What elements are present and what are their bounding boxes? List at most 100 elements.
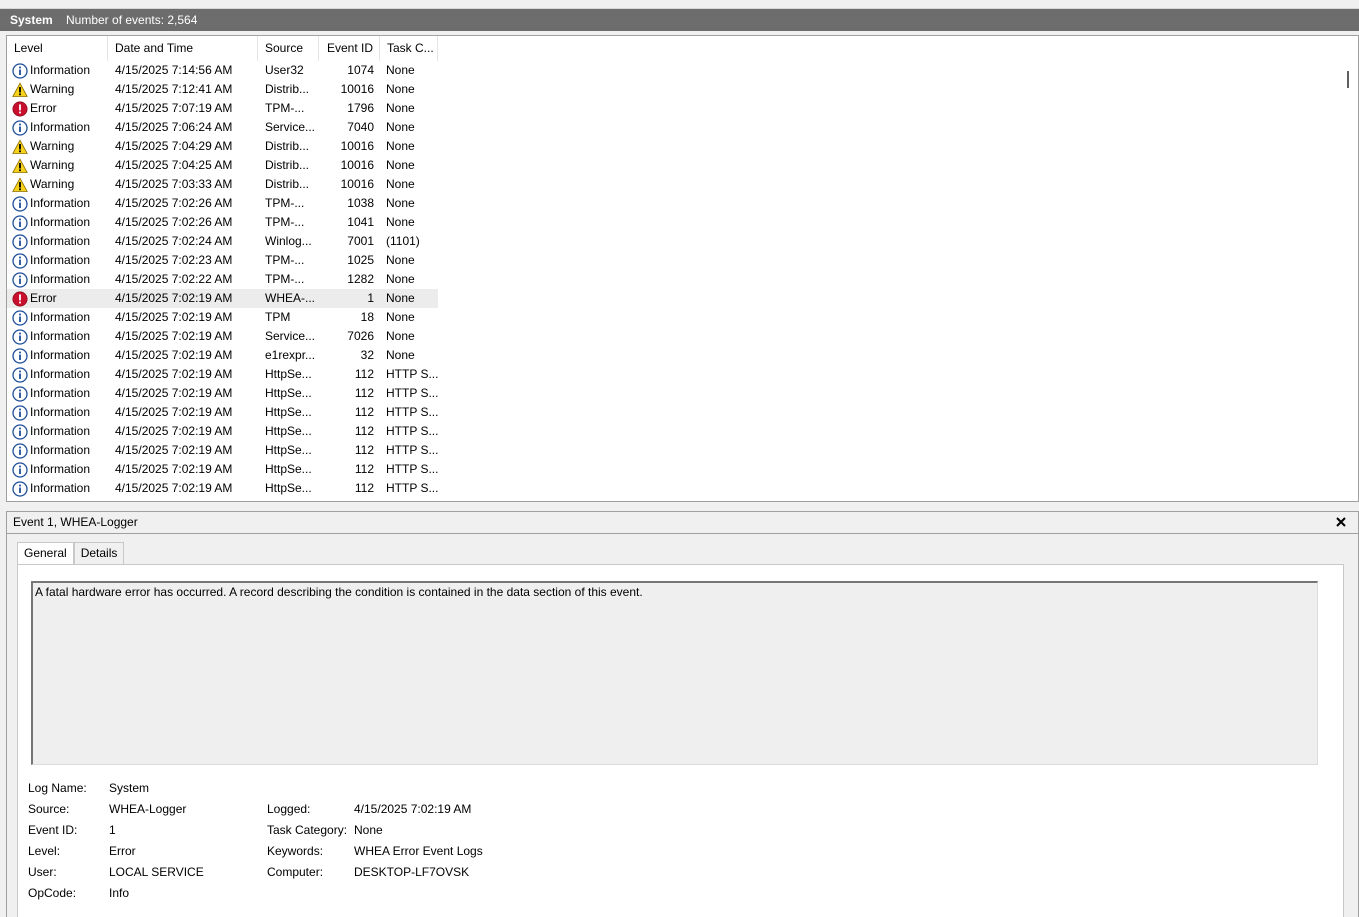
event-id-cell: 112 (354, 386, 374, 400)
level-cell: Information (7, 61, 108, 80)
table-row[interactable]: Information 4/15/2025 7:02:22 AM TPM-... 12… (7, 270, 1343, 289)
event-id-cell: 7001 (347, 234, 374, 248)
table-row[interactable]: Information 4/15/2025 7:02:19 AM HttpSe...… (7, 365, 1343, 384)
level-text: Error (30, 291, 57, 305)
date-cell: 4/15/2025 7:02:19 AM (115, 443, 233, 457)
table-row[interactable]: Error 4/15/2025 7:07:19 AM TPM-... 1796 None (7, 99, 1343, 118)
information-icon (12, 214, 28, 231)
scrollbar-thumb[interactable] (1347, 71, 1349, 88)
level-text: Information (30, 405, 91, 419)
event-id-cell: 1041 (347, 215, 374, 229)
information-icon (12, 119, 28, 136)
table-row[interactable]: Information 4/15/2025 7:02:19 AM HttpSe...… (7, 441, 1343, 460)
logged-label: Logged: (267, 802, 311, 816)
task-category-cell: None (386, 329, 415, 343)
date-cell: 4/15/2025 7:02:26 AM (115, 215, 233, 229)
table-row[interactable]: Warning 4/15/2025 7:03:33 AM Distrib... 100… (7, 175, 1343, 194)
date-cell: 4/15/2025 7:04:29 AM (115, 139, 233, 153)
level-cell: Information (7, 194, 108, 213)
source-cell: HttpSe... (265, 462, 312, 476)
level-cell: Information (7, 251, 108, 270)
table-row[interactable]: Information 4/15/2025 7:14:56 AM User32 107… (7, 61, 1343, 80)
table-row[interactable]: Warning 4/15/2025 7:04:29 AM Distrib... 100… (7, 137, 1343, 156)
warning-icon (12, 176, 28, 193)
date-cell: 4/15/2025 7:02:19 AM (115, 386, 233, 400)
task-category-cell: None (386, 253, 415, 267)
event-id-cell: 1074 (347, 63, 374, 77)
table-row[interactable]: Warning 4/15/2025 7:04:25 AM Distrib... 100… (7, 156, 1343, 175)
column-header-source[interactable]: Source (258, 36, 319, 61)
user-value[interactable]: LOCAL SERVICE (109, 862, 204, 883)
column-header-event-id[interactable]: Event ID (319, 36, 380, 61)
keywords-value[interactable]: WHEA Error Event Logs (354, 841, 483, 862)
table-row[interactable]: Information 4/15/2025 7:02:19 AM Service..… (7, 327, 1343, 346)
tab-details[interactable]: Details (73, 542, 125, 564)
event-id-cell: 7026 (347, 329, 374, 343)
tab-general[interactable]: General (17, 542, 74, 565)
event-message[interactable]: A fatal hardware error has occurred. A r… (31, 581, 1318, 765)
task-category-cell: None (386, 196, 415, 210)
task-category-cell: None (386, 63, 415, 77)
date-cell: 4/15/2025 7:12:41 AM (115, 82, 233, 96)
table-row[interactable]: Information 4/15/2025 7:02:19 AM HttpSe...… (7, 384, 1343, 403)
event-id-cell: 112 (354, 481, 374, 495)
date-cell: 4/15/2025 7:03:33 AM (115, 177, 233, 191)
error-icon (12, 291, 28, 307)
level-label: Level: (28, 844, 61, 858)
logged-value[interactable]: 4/15/2025 7:02:19 AM (354, 799, 471, 820)
level-text: Information (30, 424, 91, 438)
table-row[interactable]: Information 4/15/2025 7:02:19 AM HttpSe...… (7, 460, 1343, 479)
column-header-level[interactable]: Level (7, 36, 108, 61)
task-category-cell: None (386, 272, 415, 286)
events-grid[interactable]: Level Date and Time Source Event ID Task… (6, 35, 1359, 502)
level-cell: Warning (7, 175, 108, 194)
task-category-cell: None (386, 101, 415, 115)
column-header-date[interactable]: Date and Time (108, 36, 258, 61)
table-row[interactable]: Information 4/15/2025 7:02:26 AM TPM-... 10… (7, 213, 1343, 232)
level-text: Warning (30, 139, 75, 153)
computer-value[interactable]: DESKTOP-LF7OVSK (354, 862, 469, 883)
opcode-value[interactable]: Info (109, 883, 129, 904)
table-row[interactable]: Error 4/15/2025 7:02:19 AM WHEA-... 1 None (7, 289, 1343, 308)
level-value[interactable]: Error (109, 841, 136, 862)
level-text: Information (30, 196, 91, 210)
event-id-value[interactable]: 1 (109, 820, 116, 841)
level-text: Information (30, 272, 91, 286)
source-cell: HttpSe... (265, 405, 312, 419)
level-text: Information (30, 120, 91, 134)
task-category-cell: None (386, 120, 415, 134)
level-text: Warning (30, 82, 75, 96)
table-row[interactable]: Information 4/15/2025 7:02:26 AM TPM-... 10… (7, 194, 1343, 213)
table-row[interactable]: Warning 4/15/2025 7:12:41 AM Distrib... 100… (7, 80, 1343, 99)
task-category-cell: None (386, 348, 415, 362)
level-text: Information (30, 481, 91, 495)
table-row[interactable]: Information 4/15/2025 7:02:19 AM HttpSe...… (7, 422, 1343, 441)
level-cell: Information (7, 346, 108, 365)
source-cell: Distrib... (265, 82, 310, 96)
level-text: Information (30, 310, 91, 324)
date-cell: 4/15/2025 7:02:26 AM (115, 196, 233, 210)
information-icon (12, 233, 28, 250)
task-category-value[interactable]: None (354, 820, 383, 841)
error-icon (12, 101, 28, 117)
level-cell: Information (7, 270, 108, 289)
table-row[interactable]: Information 4/15/2025 7:02:24 AM Winlog...… (7, 232, 1343, 251)
date-cell: 4/15/2025 7:02:19 AM (108, 289, 258, 308)
date-cell: 4/15/2025 7:02:23 AM (115, 253, 233, 267)
table-row[interactable]: Information 4/15/2025 7:02:19 AM e1rexpr..… (7, 346, 1343, 365)
source-value[interactable]: WHEA-Logger (109, 799, 186, 820)
level-cell: Warning (7, 80, 108, 99)
close-icon[interactable] (1334, 515, 1348, 529)
source-cell: HttpSe... (265, 443, 312, 457)
column-header-task-category[interactable]: Task C... (380, 36, 438, 61)
table-row[interactable]: Information 4/15/2025 7:02:19 AM HttpSe...… (7, 479, 1343, 498)
table-row[interactable]: Information 4/15/2025 7:02:19 AM TPM 18 None (7, 308, 1343, 327)
log-name-value[interactable]: System (109, 778, 149, 799)
keywords-label: Keywords: (267, 844, 324, 858)
table-row[interactable]: Information 4/15/2025 7:06:24 AM Service..… (7, 118, 1343, 137)
source-cell: WHEA-... (258, 289, 319, 308)
vertical-scrollbar[interactable] (1341, 36, 1358, 501)
table-row[interactable]: Information 4/15/2025 7:02:19 AM HttpSe...… (7, 403, 1343, 422)
table-row[interactable]: Information 4/15/2025 7:02:23 AM TPM-... 10… (7, 251, 1343, 270)
information-icon (12, 442, 28, 459)
